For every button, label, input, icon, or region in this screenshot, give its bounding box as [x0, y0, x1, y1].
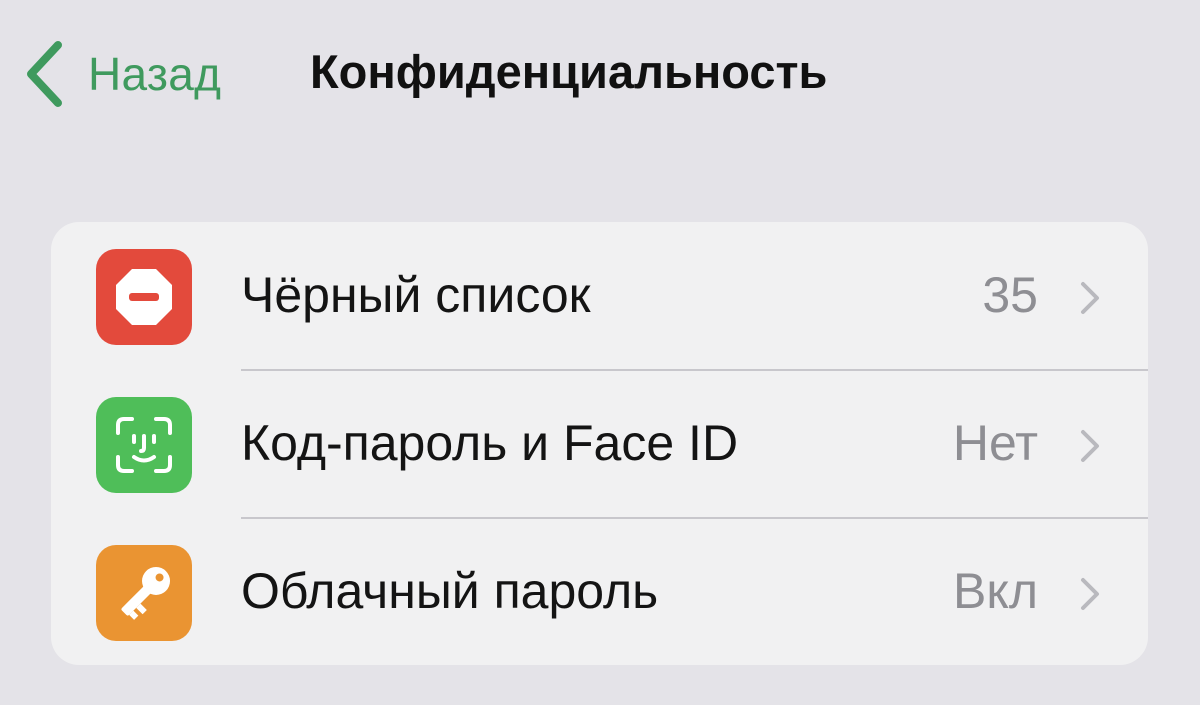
- settings-row-blocked-users[interactable]: Чёрный список 35: [51, 222, 1148, 370]
- key-icon: [96, 545, 192, 641]
- page-title: Конфиденциальность: [310, 45, 828, 98]
- settings-row-cloud-password[interactable]: Облачный пароль Вкл: [51, 518, 1148, 665]
- row-label: Чёрный список: [241, 267, 591, 323]
- row-value: 35: [982, 267, 1038, 323]
- navigation-bar: Назад Конфиденциальность: [0, 0, 1200, 150]
- chevron-left-icon: [27, 41, 62, 107]
- back-label: Назад: [88, 48, 222, 100]
- face-id-icon: [96, 397, 192, 493]
- back-button[interactable]: Назад: [22, 36, 221, 112]
- row-value: Нет: [952, 415, 1038, 471]
- chevron-right-icon: [1081, 430, 1099, 462]
- blocked-icon: [96, 249, 192, 345]
- privacy-settings-list: Чёрный список 35 Код-пароль и Face ID Не…: [51, 222, 1148, 665]
- row-value: Вкл: [953, 563, 1038, 619]
- row-label: Код-пароль и Face ID: [241, 415, 739, 471]
- chevron-right-icon: [1081, 282, 1099, 314]
- row-label: Облачный пароль: [241, 563, 659, 619]
- chevron-right-icon: [1081, 578, 1099, 610]
- settings-row-passcode-face-id[interactable]: Код-пароль и Face ID Нет: [51, 370, 1148, 518]
